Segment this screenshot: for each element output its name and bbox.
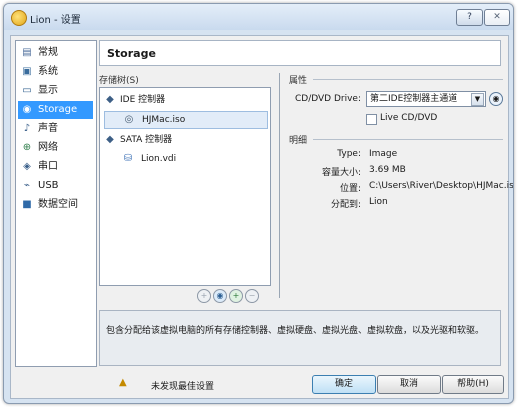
remove-attachment-icon[interactable]: − xyxy=(245,289,259,303)
ide-controller-icon: ◆ xyxy=(106,94,114,105)
sidebar-item-usb[interactable]: ⌁ USB xyxy=(18,177,93,195)
ok-button[interactable]: 确定 xyxy=(312,375,376,394)
details-caption: 明细 xyxy=(289,136,308,146)
live-cd-label: Live CD/DVD xyxy=(380,113,438,123)
sidebar-item-system[interactable]: ▣ 系统 xyxy=(18,63,93,81)
sidebar-item-label: 网络 xyxy=(38,142,58,153)
choose-disc-icon[interactable]: ◉ xyxy=(489,92,503,106)
serial-port-icon: ◈ xyxy=(23,161,31,172)
cd-dvd-drive-label: CD/DVD Drive: xyxy=(295,94,361,104)
sidebar-item-display[interactable]: ▭ 显示 xyxy=(18,82,93,100)
sidebar-item-storage[interactable]: ◉ Storage xyxy=(18,101,93,119)
attributes-divider xyxy=(313,79,503,80)
optical-disc-icon: ◎ xyxy=(124,114,134,125)
sidebar-item-label: 常规 xyxy=(38,47,58,58)
settings-sidebar: ▤ 常规 ▣ 系统 ▭ 显示 ◉ Storage ♪ 声音 ⊕ 网络 ◈ 串口 … xyxy=(15,40,97,367)
add-cd-icon[interactable]: ◉ xyxy=(213,289,227,303)
storage-tree[interactable]: ◆ IDE 控制器 ◎ HJMac.iso ◆ SATA 控制器 ⛁ Lion.… xyxy=(99,87,271,286)
hard-disk-icon: ⛁ xyxy=(123,153,133,164)
sidebar-item-label: 串口 xyxy=(38,161,58,172)
window-title: Lion - 设置 xyxy=(30,15,81,26)
titlebar-help-button[interactable]: ? xyxy=(456,9,483,26)
warning-icon: ▲ xyxy=(119,377,127,388)
usb-icon: ⌁ xyxy=(23,180,31,191)
shared-folders-icon: ■ xyxy=(22,199,32,210)
display-icon: ▭ xyxy=(22,85,32,96)
add-controller-icon[interactable]: + xyxy=(197,289,211,303)
detail-location-value: C:\Users\River\Desktop\HJMac.iso xyxy=(369,181,514,191)
sidebar-item-label: 系统 xyxy=(38,66,58,77)
help-button[interactable]: 帮助(H) xyxy=(442,375,504,394)
detail-location-label: 位置: xyxy=(339,184,361,194)
chevron-down-icon[interactable]: ▼ xyxy=(471,93,484,106)
page-title-box: Storage xyxy=(99,40,501,66)
warning-text: 未发现最佳设置 xyxy=(151,382,215,392)
storage-icon: ◉ xyxy=(22,104,32,115)
detail-size-label: 容量大小: xyxy=(321,168,361,178)
tree-item-ide-controller[interactable]: ◆ IDE 控制器 xyxy=(104,92,264,108)
sidebar-item-label: 声音 xyxy=(38,123,58,134)
tree-item-label: IDE 控制器 xyxy=(120,95,166,105)
tree-item-sata-controller[interactable]: ◆ SATA 控制器 xyxy=(104,132,264,148)
add-attachment-icon[interactable]: + xyxy=(229,289,243,303)
detail-type-value: Image xyxy=(369,149,398,159)
cd-dvd-drive-value: 第二IDE控制器主通道 xyxy=(370,94,458,104)
sata-controller-icon: ◆ xyxy=(106,134,114,145)
tree-item-lion-vdi[interactable]: ⛁ Lion.vdi xyxy=(104,151,264,167)
dialog-body: ▤ 常规 ▣ 系统 ▭ 显示 ◉ Storage ♪ 声音 ⊕ 网络 ◈ 串口 … xyxy=(10,35,513,399)
settings-window: Lion - 设置 ? ✕ ▤ 常规 ▣ 系统 ▭ 显示 ◉ Storage ♪ xyxy=(3,3,514,404)
cancel-button[interactable]: 取消 xyxy=(377,375,441,394)
cd-dvd-drive-select[interactable]: 第二IDE控制器主通道 ▼ xyxy=(366,91,486,107)
sidebar-item-label: USB xyxy=(38,180,59,191)
detail-attached-label: 分配到: xyxy=(330,200,361,210)
tree-item-label: HJMac.iso xyxy=(142,115,186,125)
detail-size-value: 3.69 MB xyxy=(369,165,406,175)
sidebar-item-network[interactable]: ⊕ 网络 xyxy=(18,139,93,157)
sidebar-item-audio[interactable]: ♪ 声音 xyxy=(18,120,93,138)
detail-attached-value: Lion xyxy=(369,197,388,207)
attributes-caption: 属性 xyxy=(289,76,308,86)
sidebar-item-label: 显示 xyxy=(38,85,58,96)
tree-item-label: SATA 控制器 xyxy=(120,135,173,145)
general-icon: ▤ xyxy=(22,47,32,58)
live-cd-checkbox[interactable] xyxy=(366,114,377,125)
titlebar-close-button[interactable]: ✕ xyxy=(484,9,510,26)
system-icon: ▣ xyxy=(22,66,32,77)
sidebar-item-label: Storage xyxy=(38,104,78,115)
sidebar-item-serial-port[interactable]: ◈ 串口 xyxy=(18,158,93,176)
title-bar[interactable]: Lion - 设置 ? ✕ xyxy=(4,4,513,30)
panel-divider xyxy=(279,73,280,298)
network-icon: ⊕ xyxy=(22,142,32,153)
description-text: 包含分配给该虚拟电脑的所有存储控制器、虚拟硬盘、虚拟光盘、虚拟软盘，以及光驱和软… xyxy=(106,326,485,336)
tree-item-hjmac-iso[interactable]: ◎ HJMac.iso xyxy=(104,111,268,129)
page-title: Storage xyxy=(107,47,156,60)
description-panel: 包含分配给该虚拟电脑的所有存储控制器、虚拟硬盘、虚拟光盘、虚拟软盘，以及光驱和软… xyxy=(99,310,501,366)
tree-item-label: Lion.vdi xyxy=(141,154,177,164)
audio-icon: ♪ xyxy=(23,123,31,134)
storage-tree-caption: 存储树(S) xyxy=(99,76,139,86)
detail-type-label: Type: xyxy=(337,149,361,159)
details-divider xyxy=(313,139,503,140)
virtualbox-app-icon xyxy=(11,10,27,26)
sidebar-item-label: 数据空间 xyxy=(38,199,78,210)
sidebar-item-general[interactable]: ▤ 常规 xyxy=(18,44,93,62)
sidebar-item-shared-folders[interactable]: ■ 数据空间 xyxy=(18,196,93,214)
